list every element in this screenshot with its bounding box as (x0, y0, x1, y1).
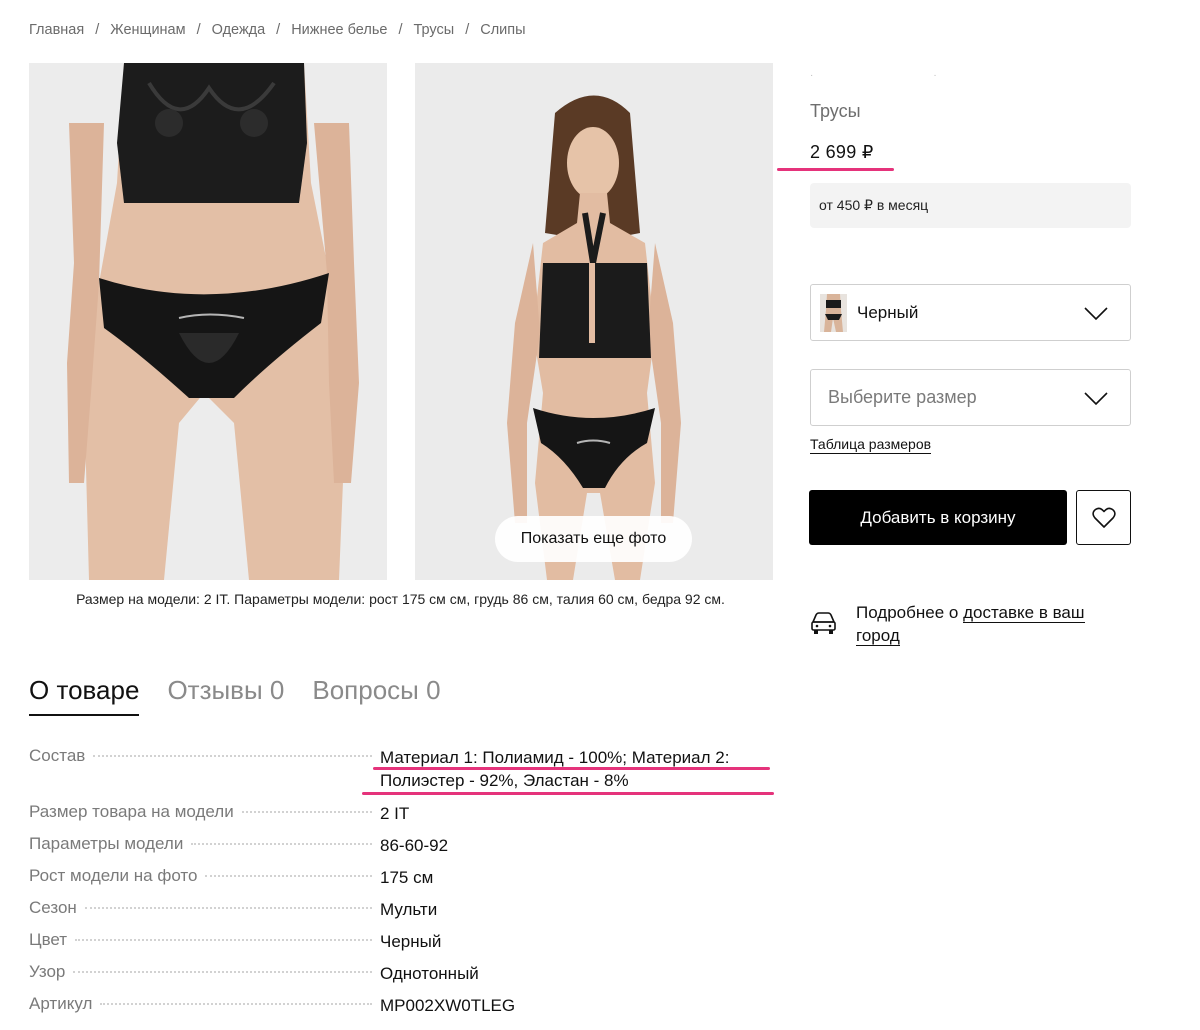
color-select-value: Черный (857, 302, 919, 322)
delivery-info: Подробнее о доставке в ваш город (856, 601, 1116, 647)
tab-questions[interactable]: Вопросы 0 (312, 675, 440, 716)
color-swatch-thumbnail (820, 293, 847, 332)
breadcrumb-item-clothing[interactable]: Одежда (212, 22, 266, 38)
breadcrumb-separator: / (95, 22, 100, 38)
product-photo-model[interactable] (415, 63, 773, 580)
wishlist-button[interactable] (1076, 490, 1131, 545)
dotted-leader (191, 843, 372, 845)
model-parameters-caption: Размер на модели: 2 IT. Параметры модели… (76, 591, 725, 607)
spec-label: Цвет (29, 930, 68, 949)
product-price: 2 699 ₽ (810, 142, 874, 162)
spec-label: Артикул (29, 994, 93, 1013)
heart-icon (1091, 507, 1116, 528)
dotted-leader (93, 755, 372, 757)
breadcrumb: Главная / Женщинам / Одежда / Нижнее бел… (29, 22, 526, 38)
chevron-down-icon (1084, 392, 1108, 406)
dotted-leader (241, 811, 372, 813)
product-tabs: О товаре Отзывы 0 Вопросы 0 (29, 675, 469, 716)
dotted-leader (73, 971, 372, 973)
breadcrumb-separator: / (398, 22, 403, 38)
spec-row-color: Цвет Черный (29, 930, 774, 953)
color-select[interactable]: Черный (810, 284, 1131, 341)
size-table-link[interactable]: Таблица размеров (810, 436, 932, 454)
product-photo-model-image (415, 63, 773, 580)
breadcrumb-separator: / (276, 22, 281, 38)
brand-placeholder: ·· (810, 70, 1057, 81)
breadcrumb-separator: / (465, 22, 470, 38)
size-select[interactable]: Выберите размер (810, 369, 1131, 426)
dotted-leader (84, 907, 372, 909)
tab-reviews[interactable]: Отзывы 0 (167, 675, 284, 716)
breadcrumb-item-underwear[interactable]: Нижнее белье (291, 22, 387, 38)
spec-value: Черный (380, 932, 442, 951)
composition-highlight-underline (362, 792, 774, 795)
price-highlight-underline (777, 168, 894, 171)
spec-row-sku: Артикул MP002XW0TLEG (29, 994, 774, 1017)
spec-value: 86-60-92 (380, 836, 449, 855)
dotted-leader (205, 875, 372, 877)
breadcrumb-item-slips[interactable]: Слипы (480, 22, 525, 38)
spec-row-pattern: Узор Однотонный (29, 962, 774, 985)
installment-info[interactable]: от 450 ₽ в месяц (810, 183, 1131, 228)
spec-label: Рост модели на фото (29, 866, 198, 885)
breadcrumb-item-panties[interactable]: Трусы (413, 22, 454, 38)
spec-label: Состав (29, 746, 86, 765)
breadcrumb-item-main[interactable]: Главная (29, 22, 84, 38)
spec-value: 175 см (380, 868, 434, 887)
size-select-placeholder: Выберите размер (828, 387, 977, 407)
show-more-photos-button[interactable]: Показать еще фото (495, 516, 692, 562)
dotted-leader (100, 1003, 372, 1005)
product-type: Трусы (810, 101, 861, 121)
spec-label: Размер товара на модели (29, 802, 234, 821)
spec-label: Сезон (29, 898, 77, 917)
spec-value: Мульти (380, 900, 438, 919)
dotted-leader (75, 939, 372, 941)
breadcrumb-item-women[interactable]: Женщинам (110, 22, 185, 38)
spec-label: Параметры модели (29, 834, 184, 853)
delivery-info-prefix: Подробнее о (856, 603, 964, 622)
car-icon (811, 612, 836, 634)
breadcrumb-separator: / (196, 22, 201, 38)
chevron-down-icon (1084, 307, 1108, 321)
tab-about[interactable]: О товаре (29, 675, 140, 716)
composition-highlight-underline (373, 767, 770, 770)
spec-row-model-params: Параметры модели 86-60-92 (29, 834, 774, 857)
spec-value: 2 IT (380, 804, 410, 823)
spec-label: Узор (29, 962, 66, 981)
add-to-cart-button[interactable]: Добавить в корзину (809, 490, 1067, 545)
spec-row-season: Сезон Мульти (29, 898, 774, 921)
spec-row-model-height: Рост модели на фото 175 см (29, 866, 774, 889)
product-photo-closeup[interactable] (29, 63, 387, 580)
product-photo-closeup-image (29, 63, 387, 580)
spec-value: MP002XW0TLEG (380, 996, 516, 1015)
spec-value: Однотонный (380, 964, 479, 983)
spec-row-size-on-model: Размер товара на модели 2 IT (29, 802, 774, 825)
